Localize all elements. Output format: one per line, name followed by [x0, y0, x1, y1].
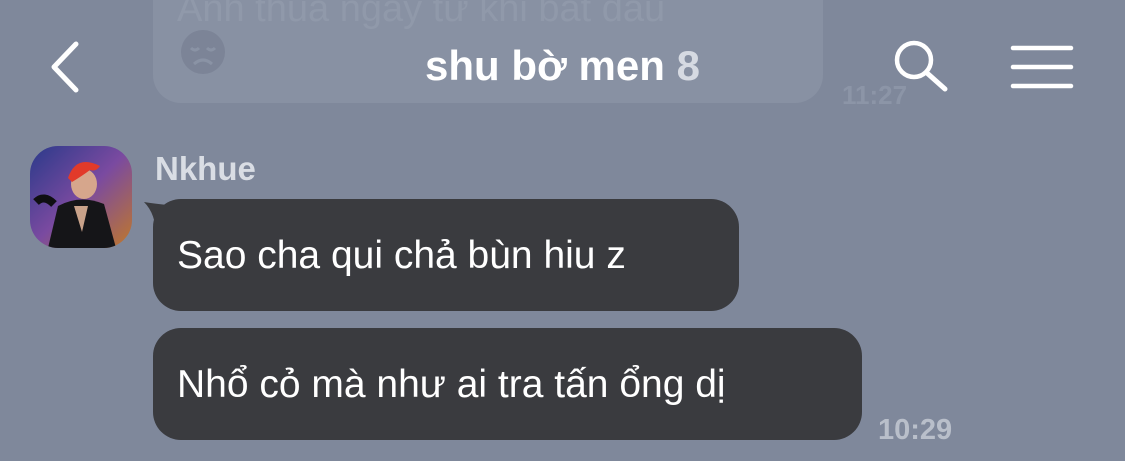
- message-bubble[interactable]: Nhổ cỏ mà như ai tra tấn ổng dị: [153, 328, 862, 440]
- search-icon: [894, 40, 948, 92]
- hamburger-menu-icon: [1010, 45, 1074, 89]
- sad-face-emoji-icon: [181, 30, 225, 74]
- sender-name: Nkhue: [155, 150, 256, 187]
- previous-message-text: Anh thua ngay từ khi bắt đầu: [177, 0, 666, 30]
- chevron-left-icon: [51, 41, 79, 93]
- message-bubble[interactable]: Sao cha qui chả bùn hiu z: [153, 199, 739, 311]
- message-text: Nhổ cỏ mà như ai tra tấn ổng dị: [177, 362, 726, 406]
- avatar-image: [30, 146, 132, 248]
- back-button[interactable]: [40, 40, 92, 94]
- message-text: Sao cha qui chả bùn hiu z: [177, 233, 626, 277]
- search-button[interactable]: [890, 38, 950, 94]
- message-timestamp: 10:29: [878, 414, 953, 446]
- previous-message-bubble: Anh thua ngay từ khi bắt đầu: [153, 0, 823, 103]
- menu-button[interactable]: [1010, 42, 1074, 92]
- sender-avatar[interactable]: [30, 146, 132, 248]
